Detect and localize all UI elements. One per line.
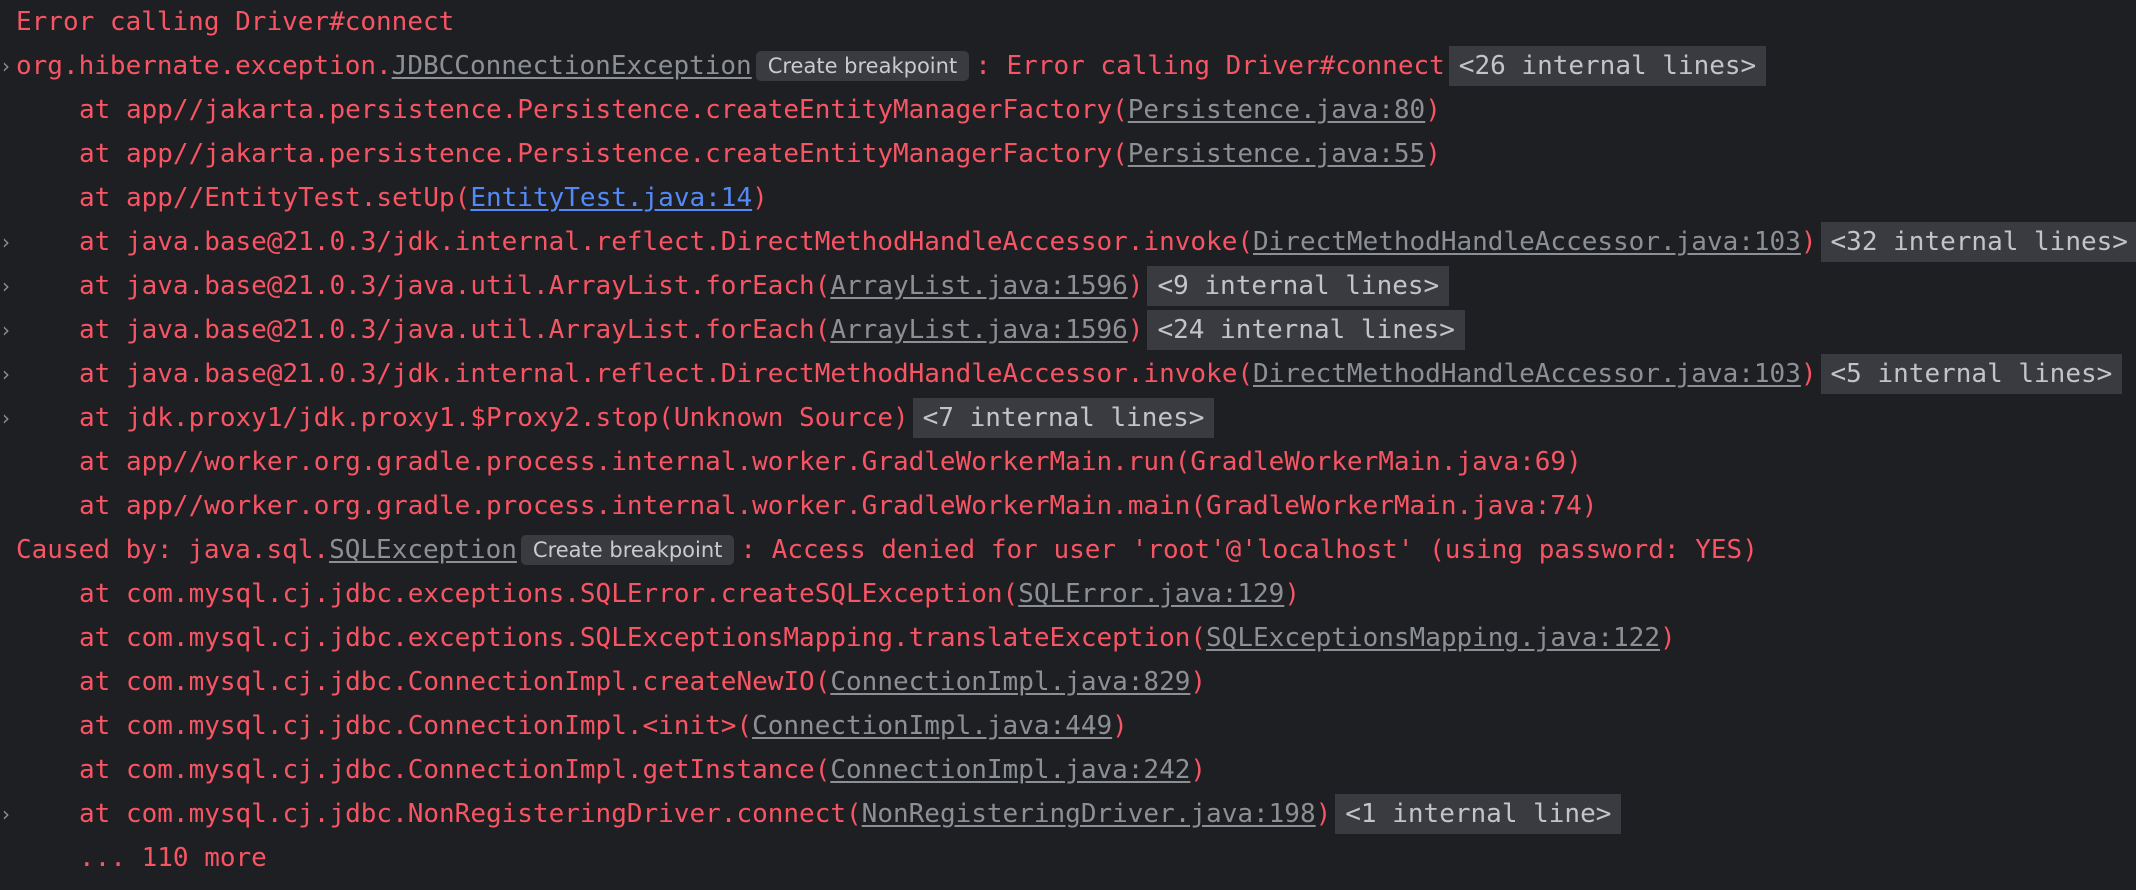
source-link[interactable]: DirectMethodHandleAccessor.java:103: [1253, 227, 1801, 257]
frame-method: at app//jakarta.persistence.Persistence.…: [79, 95, 1128, 125]
stack-frame: › at com.mysql.cj.jdbc.NonRegisteringDriv…: [0, 792, 2136, 836]
source-link[interactable]: ConnectionImpl.java:449: [752, 711, 1112, 741]
source-link[interactable]: NonRegisteringDriver.java:198: [862, 799, 1316, 829]
frame-content: at java.base@21.0.3/jdk.internal.reflect…: [79, 352, 2123, 396]
frame-method: at com.mysql.cj.jdbc.ConnectionImpl.getI…: [79, 755, 831, 785]
frame-content: at java.base@21.0.3/jdk.internal.reflect…: [79, 220, 2136, 264]
more-frames-text: ... 110 more: [79, 836, 267, 880]
source-link[interactable]: ConnectionImpl.java:242: [830, 755, 1190, 785]
exception-class-link[interactable]: JDBCConnectionException: [392, 51, 752, 81]
frame-method: at app//worker.org.gradle.process.intern…: [79, 447, 1582, 477]
stack-frame: › at jdk.proxy1/jdk.proxy1.$Proxy2.stop(U…: [0, 396, 2136, 440]
source-link[interactable]: Persistence.java:80: [1128, 95, 1425, 125]
internal-lines-fold[interactable]: <1 internal line>: [1335, 794, 1622, 834]
stack-frame: at com.mysql.cj.jdbc.ConnectionImpl.crea…: [79, 660, 1206, 704]
stack-frame: › at java.base@21.0.3/java.util.ArrayList…: [0, 264, 2136, 308]
frame-method: at com.mysql.cj.jdbc.ConnectionImpl.crea…: [79, 667, 831, 697]
frame-close: ): [1800, 359, 1817, 389]
caused-by-header: Caused by: java.sql.SQLException Create b…: [16, 528, 1758, 572]
source-link[interactable]: EntityTest.java:14: [470, 183, 752, 213]
error-message: Error calling Driver#connect: [16, 0, 454, 44]
line-text: Error calling Driver#connect: [16, 7, 455, 37]
internal-lines-fold[interactable]: <26 internal lines>: [1448, 46, 1767, 86]
frame-content: at jdk.proxy1/jdk.proxy1.$Proxy2.stop(Un…: [79, 396, 1215, 440]
package-text: org.hibernate.exception.: [16, 51, 392, 81]
source-link[interactable]: ArrayList.java:1596: [830, 271, 1127, 301]
frame-method: at com.mysql.cj.jdbc.exceptions.SQLExcep…: [79, 623, 1207, 653]
exception-header: › org.hibernate.exception.JDBCConnectionE…: [0, 44, 2136, 88]
frame-method: at com.mysql.cj.jdbc.NonRegisteringDrive…: [79, 799, 862, 829]
frame-close: ): [1127, 315, 1144, 345]
source-link[interactable]: ArrayList.java:1596: [830, 315, 1127, 345]
frame-method: at java.base@21.0.3/jdk.internal.reflect…: [79, 227, 1253, 257]
chevron-right-icon[interactable]: ›: [0, 352, 12, 396]
chevron-right-icon[interactable]: ›: [0, 264, 12, 308]
internal-lines-fold[interactable]: <7 internal lines>: [912, 398, 1215, 438]
frame-close: ): [1425, 139, 1441, 169]
stack-frame: at app//EntityTest.setUp(EntityTest.java…: [79, 176, 768, 220]
frame-close: ): [1112, 711, 1128, 741]
frame-method: at app//EntityTest.setUp(: [79, 183, 471, 213]
exception-class-link[interactable]: SQLException: [329, 535, 517, 565]
stack-frame: › at java.base@21.0.3/jdk.internal.reflec…: [0, 352, 2136, 396]
stack-frame: at app//worker.org.gradle.process.intern…: [79, 484, 1597, 528]
frame-method: at app//worker.org.gradle.process.intern…: [79, 491, 1598, 521]
stack-frame: at com.mysql.cj.jdbc.exceptions.SQLError…: [79, 572, 1300, 616]
frame-close: ): [1425, 95, 1441, 125]
frame-close: ): [752, 183, 768, 213]
internal-lines-fold[interactable]: <5 internal lines>: [1820, 354, 2123, 394]
chevron-right-icon[interactable]: ›: [0, 792, 12, 836]
source-link[interactable]: ConnectionImpl.java:829: [830, 667, 1190, 697]
exception-message: : Access denied for user 'root'@'localho…: [740, 535, 1758, 565]
internal-lines-fold[interactable]: <24 internal lines>: [1147, 310, 1465, 350]
chevron-right-icon[interactable]: ›: [0, 44, 12, 88]
frame-method: at app//jakarta.persistence.Persistence.…: [79, 139, 1128, 169]
stack-frame: at com.mysql.cj.jdbc.exceptions.SQLExcep…: [79, 616, 1676, 660]
source-link[interactable]: SQLError.java:129: [1018, 579, 1284, 609]
frame-content: at java.base@21.0.3/java.util.ArrayList.…: [79, 264, 1450, 308]
stack-frame: at com.mysql.cj.jdbc.ConnectionImpl.getI…: [79, 748, 1206, 792]
frame-content: at com.mysql.cj.jdbc.NonRegisteringDrive…: [79, 792, 1622, 836]
exception-line-content: org.hibernate.exception.JDBCConnectionEx…: [16, 44, 1767, 88]
source-link[interactable]: Persistence.java:55: [1128, 139, 1425, 169]
source-link[interactable]: SQLExceptionsMapping.java:122: [1206, 623, 1660, 653]
console-output: Error calling Driver#connect › org.hibern…: [0, 0, 2136, 890]
stack-frame: at app//worker.org.gradle.process.intern…: [79, 440, 1582, 484]
stack-frame: › at java.base@21.0.3/jdk.internal.reflec…: [0, 220, 2136, 264]
create-breakpoint-button[interactable]: Create breakpoint: [755, 51, 970, 81]
create-breakpoint-button[interactable]: Create breakpoint: [520, 535, 735, 565]
package-text: Caused by: java.sql.: [16, 535, 330, 565]
exception-message: : Error calling Driver#connect: [975, 51, 1445, 81]
stack-frame: › at java.base@21.0.3/java.util.ArrayList…: [0, 308, 2136, 352]
frame-content: at java.base@21.0.3/java.util.ArrayList.…: [79, 308, 1465, 352]
frame-method: at jdk.proxy1/jdk.proxy1.$Proxy2.stop(Un…: [79, 403, 909, 433]
stack-frame: at com.mysql.cj.jdbc.ConnectionImpl.<ini…: [79, 704, 1128, 748]
line-text: ... 110 more: [79, 843, 267, 873]
source-link[interactable]: DirectMethodHandleAccessor.java:103: [1253, 359, 1801, 389]
chevron-right-icon[interactable]: ›: [0, 220, 12, 264]
frame-close: ): [1800, 227, 1817, 257]
frame-method: at com.mysql.cj.jdbc.ConnectionImpl.<ini…: [79, 711, 753, 741]
frame-method: at com.mysql.cj.jdbc.exceptions.SQLError…: [79, 579, 1019, 609]
frame-close: ): [1660, 623, 1676, 653]
internal-lines-fold[interactable]: <9 internal lines>: [1147, 266, 1450, 306]
frame-close: ): [1284, 579, 1300, 609]
frame-close: ): [1315, 799, 1332, 829]
frame-method: at java.base@21.0.3/jdk.internal.reflect…: [79, 359, 1253, 389]
stack-frame: at app//jakarta.persistence.Persistence.…: [79, 88, 1441, 132]
chevron-right-icon[interactable]: ›: [0, 308, 12, 352]
stack-frame: at app//jakarta.persistence.Persistence.…: [79, 132, 1441, 176]
internal-lines-fold[interactable]: <32 internal lines>: [1820, 222, 2136, 262]
frame-method: at java.base@21.0.3/java.util.ArrayList.…: [79, 271, 831, 301]
frame-close: ): [1190, 755, 1207, 785]
frame-close: ): [1190, 667, 1207, 697]
frame-method: at java.base@21.0.3/java.util.ArrayList.…: [79, 315, 831, 345]
chevron-right-icon[interactable]: ›: [0, 396, 12, 440]
frame-close: ): [1127, 271, 1144, 301]
